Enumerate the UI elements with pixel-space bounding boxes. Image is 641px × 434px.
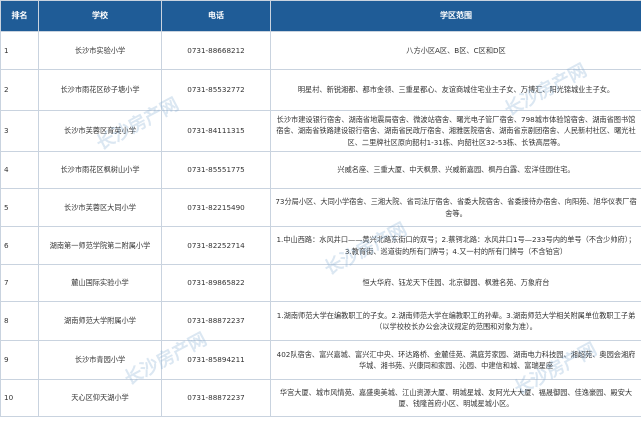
cell-area: 恒大华府、钰龙天下佳园、北京御园、枫雅名苑、万象府台 bbox=[270, 264, 641, 302]
table-row: 3 长沙市芙蓉区育英小学 0731-84111315 长沙市建设银行宿舍、湖南省… bbox=[0, 110, 641, 152]
cell-phone: 0731-88872237 bbox=[161, 379, 271, 417]
cell-phone: 0731-89865822 bbox=[161, 264, 271, 302]
cell-school: 长沙市芙蓉区育英小学 bbox=[38, 110, 162, 152]
table-row: 2 长沙市雨花区砂子塘小学 0731-85532772 明星村、新锐湘都、都市金… bbox=[0, 69, 641, 111]
cell-school: 湖南师范大学附属小学 bbox=[38, 301, 162, 341]
cell-school: 长沙市芙蓉区大同小学 bbox=[38, 188, 162, 227]
cell-phone: 0731-88668212 bbox=[161, 31, 271, 70]
cell-school: 长沙市雨花区砂子塘小学 bbox=[38, 69, 162, 111]
cell-school: 麓山国际实验小学 bbox=[38, 264, 162, 302]
school-district-document: 排名 学校 电话 学区范围 1 长沙市实验小学 0731-88668212 八方… bbox=[0, 0, 641, 434]
cell-index: 2 bbox=[0, 69, 39, 111]
cell-phone: 0731-85532772 bbox=[161, 69, 271, 111]
cell-phone: 0731-85551775 bbox=[161, 151, 271, 189]
cell-area: 1.湖南师范大学在编教职工的子女。2.湖南师范大学在编教职工的孙辈。3.湖南师范… bbox=[270, 301, 641, 341]
table-header-row: 排名 学校 电话 学区范围 bbox=[0, 0, 641, 32]
cell-index: 7 bbox=[0, 264, 39, 302]
table-row: 1 长沙市实验小学 0731-88668212 八方小区A区、B区、C区和D区 bbox=[0, 31, 641, 70]
cell-area: 八方小区A区、B区、C区和D区 bbox=[270, 31, 641, 70]
table-row: 5 长沙市芙蓉区大同小学 0731-82215490 73分局小区、大同小学宿舍… bbox=[0, 188, 641, 227]
cell-area: 73分局小区、大同小学宿舍、三湘大院、省司法厅宿舍、省委大院宿舍、省委接待办宿舍… bbox=[270, 188, 641, 227]
cell-index: 6 bbox=[0, 226, 39, 265]
table-row: 8 湖南师范大学附属小学 0731-88872237 1.湖南师范大学在编教职工… bbox=[0, 301, 641, 341]
cell-index: 9 bbox=[0, 340, 39, 380]
cell-school: 湖南第一师范学院第二附属小学 bbox=[38, 226, 162, 265]
header-area: 学区范围 bbox=[270, 0, 641, 32]
table-row: 4 长沙市雨花区枫树山小学 0731-85551775 兴威名座、三重大厦、中天… bbox=[0, 151, 641, 189]
table-row: 10 天心区仰天湖小学 0731-88872237 华宫大厦、城市风情苑、嘉盛奥… bbox=[0, 379, 641, 417]
cell-area: 兴威名座、三重大厦、中天枫景、兴威新嘉园、枫丹白露、宏洋佳园住宅。 bbox=[270, 151, 641, 189]
table-row: 9 长沙市青园小学 0731-85894211 402队宿舍、富兴嘉城、富兴汇中… bbox=[0, 340, 641, 380]
header-phone: 电话 bbox=[161, 0, 271, 32]
cell-area: 长沙市建设银行宿舍、湖南省地震局宿舍、微波站宿舍、曙光电子管厂宿舍、798城市体… bbox=[270, 110, 641, 152]
cell-phone: 0731-88872237 bbox=[161, 301, 271, 341]
header-school: 学校 bbox=[38, 0, 162, 32]
cell-school: 长沙市雨花区枫树山小学 bbox=[38, 151, 162, 189]
cell-area: 1.中山西路：水风井口——黄兴北路东街口的双号；2.蔡锷北路：水风井口1号—23… bbox=[270, 226, 641, 265]
cell-school: 长沙市青园小学 bbox=[38, 340, 162, 380]
cell-area: 华宫大厦、城市风情苑、嘉盛奥美城、江山资源大厦、明城星城、友阿光大大厦、福晟御园… bbox=[270, 379, 641, 417]
cell-index: 8 bbox=[0, 301, 39, 341]
school-district-table: 排名 学校 电话 学区范围 1 长沙市实验小学 0731-88668212 八方… bbox=[0, 0, 641, 417]
table-row: 6 湖南第一师范学院第二附属小学 0731-82252714 1.中山西路：水风… bbox=[0, 226, 641, 265]
cell-phone: 0731-85894211 bbox=[161, 340, 271, 380]
cell-phone: 0731-82252714 bbox=[161, 226, 271, 265]
cell-school: 长沙市实验小学 bbox=[38, 31, 162, 70]
cell-area: 明星村、新锐湘都、都市金领、三重星都心、友谊商城住宅业主子女、万博汇、阳光锦城业… bbox=[270, 69, 641, 111]
cell-phone: 0731-82215490 bbox=[161, 188, 271, 227]
cell-index: 5 bbox=[0, 188, 39, 227]
cell-area: 402队宿舍、富兴嘉城、富兴汇中央、环达路桥、金麓佳苑、满庭芳家园、湖南电力科技… bbox=[270, 340, 641, 380]
cell-index: 10 bbox=[0, 379, 39, 417]
cell-index: 3 bbox=[0, 110, 39, 152]
cell-phone: 0731-84111315 bbox=[161, 110, 271, 152]
table-row: 7 麓山国际实验小学 0731-89865822 恒大华府、钰龙天下佳园、北京御… bbox=[0, 264, 641, 302]
cell-index: 1 bbox=[0, 31, 39, 70]
cell-index: 4 bbox=[0, 151, 39, 189]
cell-school: 天心区仰天湖小学 bbox=[38, 379, 162, 417]
header-index: 排名 bbox=[0, 0, 39, 32]
